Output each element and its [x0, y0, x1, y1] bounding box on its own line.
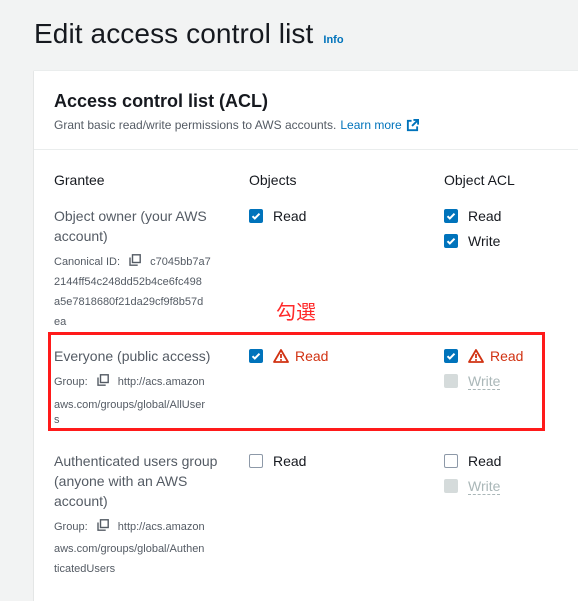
- checkbox-unchecked[interactable]: [444, 454, 458, 468]
- group-label: Group:: [54, 521, 88, 533]
- info-link[interactable]: Info: [323, 34, 343, 46]
- canonical-id-line: 2144ff54c248dd52b4ce6fc498: [54, 276, 202, 288]
- external-link-icon[interactable]: [406, 118, 419, 132]
- check-icon: [251, 213, 261, 220]
- grantee-name-line: account): [54, 228, 108, 244]
- grantee-name-line: account): [54, 493, 108, 509]
- check-icon: [446, 238, 456, 245]
- auth-acl-write-label: Write: [468, 477, 501, 495]
- copy-icon[interactable]: [129, 254, 142, 266]
- canonical-id-value: c7045bb7a7: [150, 256, 211, 268]
- auth-acl-write: Write: [444, 476, 501, 496]
- check-icon: [446, 213, 456, 220]
- checkbox-disabled: [444, 479, 458, 493]
- auth-objects-read-label: Read: [273, 453, 307, 469]
- annotation-label: 勾選: [276, 300, 316, 324]
- grantee-name-line: Object owner (your AWS: [54, 208, 207, 224]
- grantee-authenticated-users: Authenticated users group (anyone with a…: [54, 451, 217, 511]
- canonical-id-line: a5e7818680f21da29cf9f8b57d: [54, 296, 204, 308]
- owner-acl-write[interactable]: Write: [444, 231, 500, 251]
- annotation-highlight-box: [48, 332, 545, 431]
- grantee-name-line: (anyone with an AWS: [54, 473, 188, 489]
- auth-objects-read[interactable]: Read: [249, 451, 306, 471]
- object-acl-column-header: Object ACL: [444, 172, 515, 188]
- checkbox-unchecked[interactable]: [249, 454, 263, 468]
- checkbox-checked[interactable]: [444, 209, 458, 223]
- acl-panel-header: Access control list (ACL) Grant basic re…: [34, 71, 578, 150]
- canonical-id-row: Canonical ID: c7045bb7a7: [54, 252, 211, 272]
- auth-group-uri-value: http://acs.amazon: [117, 521, 205, 533]
- objects-column-header: Objects: [249, 172, 297, 188]
- canonical-id-line: ea: [54, 316, 67, 328]
- page-header: Edit access control list Info: [34, 18, 344, 50]
- canonical-id-label: Canonical ID:: [54, 256, 121, 268]
- owner-objects-read[interactable]: Read: [249, 206, 306, 226]
- checkbox-checked[interactable]: [249, 209, 263, 223]
- acl-panel-description: Grant basic read/write permissions to AW…: [54, 118, 574, 132]
- group-uri-line: aws.com/groups/global/Authen: [54, 543, 205, 555]
- auth-group-uri-row: Group: http://acs.amazon: [54, 517, 205, 537]
- auth-acl-read[interactable]: Read: [444, 451, 501, 471]
- copy-icon[interactable]: [97, 519, 109, 531]
- canonical-id-continuation: 2144ff54c248dd52b4ce6fc498 a5e7818680f21…: [54, 272, 203, 332]
- checkbox-checked[interactable]: [444, 234, 458, 248]
- auth-acl-read-label: Read: [468, 453, 502, 469]
- group-uri-line: ticatedUsers: [54, 563, 116, 575]
- grantee-column-header: Grantee: [54, 172, 105, 188]
- page-title: Edit access control list: [34, 18, 314, 49]
- grantee-object-owner: Object owner (your AWS account): [54, 206, 207, 246]
- owner-acl-read-label: Read: [468, 208, 502, 224]
- owner-objects-read-label: Read: [273, 208, 307, 224]
- owner-acl-read[interactable]: Read: [444, 206, 501, 226]
- learn-more-link[interactable]: Learn more: [340, 118, 401, 132]
- acl-panel-title: Access control list (ACL): [54, 91, 269, 111]
- grantee-name-line: Authenticated users group: [54, 453, 218, 469]
- owner-acl-write-label: Write: [468, 233, 501, 249]
- auth-group-uri-continuation: aws.com/groups/global/Authen ticatedUser…: [54, 539, 204, 579]
- acl-description-text: Grant basic read/write permissions to AW…: [54, 118, 337, 132]
